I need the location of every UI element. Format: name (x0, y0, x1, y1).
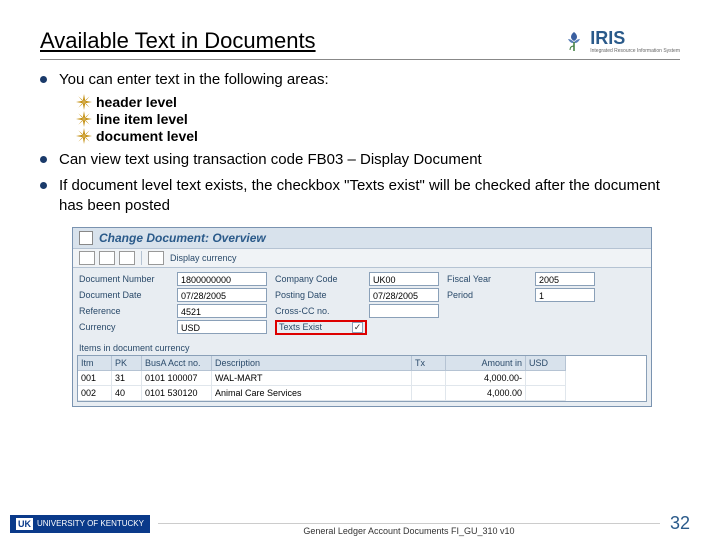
sap-screenshot: Change Document: Overview Display curren… (72, 227, 652, 407)
field-fy[interactable]: 2005 (535, 272, 595, 286)
doc-icon (79, 231, 93, 245)
header-rule (40, 59, 680, 60)
slide-footer: UK UNIVERSITY OF KENTUCKY General Ledger… (0, 507, 720, 540)
field-ref[interactable]: 4521 (177, 304, 267, 318)
toolbar-button[interactable] (79, 251, 95, 265)
label-fy: Fiscal Year (447, 274, 527, 284)
sap-titlebar: Change Document: Overview (73, 228, 651, 249)
bullet-1-text: You can enter text in the following area… (59, 70, 329, 90)
uk-logo-icon: UK (16, 518, 33, 530)
bullet-3-text: If document level text exists, the check… (59, 176, 680, 217)
sub-item-label: document level (96, 128, 198, 144)
sap-window-title: Change Document: Overview (99, 231, 266, 245)
bullet-3: If document level text exists, the check… (40, 176, 680, 217)
label-docnum: Document Number (79, 274, 169, 284)
td: 001 (78, 371, 112, 386)
label-cross: Cross-CC no. (275, 306, 361, 316)
field-curr[interactable]: USD (177, 320, 267, 334)
sap-form: Document Number 1800000000 Company Code … (73, 268, 651, 339)
th-pk: PK (112, 356, 142, 371)
field-period[interactable]: 1 (535, 288, 595, 302)
td (412, 386, 446, 401)
checkbox-texts-exist[interactable]: ✓ (352, 322, 363, 333)
toolbar-button[interactable] (148, 251, 164, 265)
sub-item: document level (76, 128, 680, 144)
field-cross[interactable] (369, 304, 439, 318)
toolbar-separator (141, 251, 142, 265)
uk-text: UNIVERSITY OF KENTUCKY (37, 519, 144, 528)
items-table: Itm PK BusA Acct no. Description Tx Amou… (77, 355, 647, 402)
starburst-icon (76, 111, 92, 127)
logo-subtext: Integrated Resource Information System (590, 49, 680, 55)
bullet-dot-icon (40, 76, 47, 83)
td (412, 371, 446, 386)
table-row[interactable]: 002 40 0101 530120 Animal Care Services … (78, 386, 646, 401)
td: 4,000.00 (446, 386, 526, 401)
footer-text: General Ledger Account Documents FI_GU_3… (299, 526, 518, 536)
label-curr: Currency (79, 322, 169, 332)
td: 4,000.00- (446, 371, 526, 386)
uk-badge: UK UNIVERSITY OF KENTUCKY (10, 515, 150, 533)
starburst-icon (76, 94, 92, 110)
label-docdate: Document Date (79, 290, 169, 300)
page-number: 32 (670, 513, 690, 534)
iris-logo: IRIS Integrated Resource Information Sys… (562, 28, 680, 55)
field-postdate[interactable]: 07/28/2005 (369, 288, 439, 302)
toolbar-button[interactable] (99, 251, 115, 265)
bullet-2-text: Can view text using transaction code FB0… (59, 150, 482, 170)
td (526, 371, 566, 386)
sub-item-label: line item level (96, 111, 188, 127)
bullet-dot-icon (40, 156, 47, 163)
td: Animal Care Services (212, 386, 412, 401)
td: 31 (112, 371, 142, 386)
toolbar-label: Display currency (170, 253, 237, 263)
td (526, 386, 566, 401)
td: 0101 530120 (142, 386, 212, 401)
table-header-row: Itm PK BusA Acct no. Description Tx Amou… (78, 356, 646, 371)
texts-exist-highlight: Texts Exist ✓ (275, 320, 367, 335)
label-texts-exist: Texts Exist (279, 322, 322, 332)
th-tx: Tx (412, 356, 446, 371)
field-company[interactable]: UK00 (369, 272, 439, 286)
label-postdate: Posting Date (275, 290, 361, 300)
items-section-label: Items in document currency (73, 339, 651, 355)
slide-title: Available Text in Documents (40, 28, 316, 54)
logo-text: IRIS (590, 28, 680, 49)
bullet-dot-icon (40, 182, 47, 189)
iris-flower-icon (562, 29, 586, 53)
toolbar-button[interactable] (119, 251, 135, 265)
td: 40 (112, 386, 142, 401)
td: WAL-MART (212, 371, 412, 386)
field-docnum[interactable]: 1800000000 (177, 272, 267, 286)
sub-item: line item level (76, 111, 680, 127)
td: 0101 100007 (142, 371, 212, 386)
bullet-2: Can view text using transaction code FB0… (40, 150, 680, 170)
table-row[interactable]: 001 31 0101 100007 WAL-MART 4,000.00- (78, 371, 646, 386)
td: 002 (78, 386, 112, 401)
th-itm: Itm (78, 356, 112, 371)
sub-item: header level (76, 94, 680, 110)
starburst-icon (76, 128, 92, 144)
sap-toolbar: Display currency (73, 249, 651, 268)
label-company: Company Code (275, 274, 361, 284)
bullet-1: You can enter text in the following area… (40, 70, 680, 90)
sub-item-label: header level (96, 94, 177, 110)
th-amt: Amount in (446, 356, 526, 371)
th-desc: Description (212, 356, 412, 371)
th-usd: USD (526, 356, 566, 371)
field-docdate[interactable]: 07/28/2005 (177, 288, 267, 302)
label-period: Period (447, 290, 527, 300)
label-ref: Reference (79, 306, 169, 316)
th-acct: BusA Acct no. (142, 356, 212, 371)
